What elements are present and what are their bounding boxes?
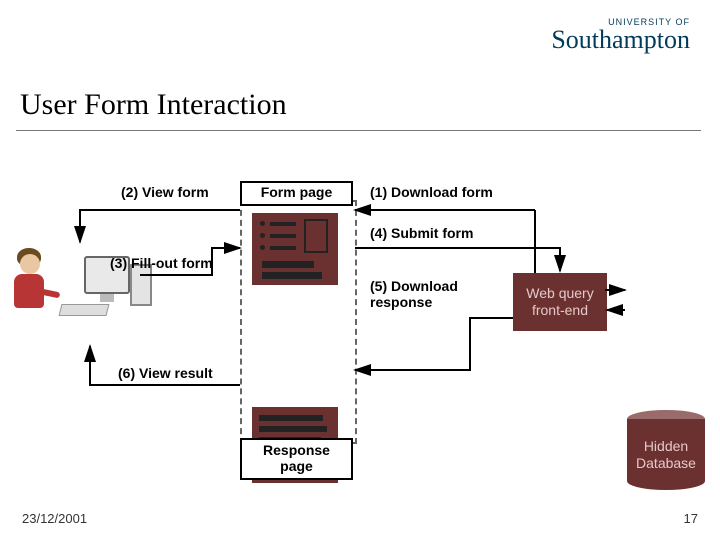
response-page-label: Response page xyxy=(242,442,351,474)
step-5-label: (5) Download response xyxy=(370,278,458,310)
slide-date: 23/12/2001 xyxy=(22,511,87,526)
step-1-label: (1) Download form xyxy=(370,184,493,200)
university-logo: UNIVERSITY OF Southampton xyxy=(551,18,690,53)
web-query-frontend-box: Web query front-end xyxy=(513,273,607,331)
hidden-database-label: Hidden Database xyxy=(627,438,705,472)
title-underline xyxy=(16,130,701,131)
step-3-label: (3) Fill-out form xyxy=(110,255,213,271)
form-page-label: Form page xyxy=(261,184,333,200)
response-page-label-box: Response page xyxy=(240,438,353,480)
form-page-label-box: Form page xyxy=(240,181,353,206)
step-4-label: (4) Submit form xyxy=(370,225,473,241)
slide-title: User Form Interaction xyxy=(20,88,287,122)
slide-number: 17 xyxy=(684,511,698,526)
hidden-database-icon: Hidden Database xyxy=(627,410,705,488)
step-6-label: (6) View result xyxy=(118,365,213,381)
logo-name: Southampton xyxy=(551,27,690,53)
step-2-label: (2) View form xyxy=(121,184,209,200)
form-page-thumbnail xyxy=(252,213,338,285)
